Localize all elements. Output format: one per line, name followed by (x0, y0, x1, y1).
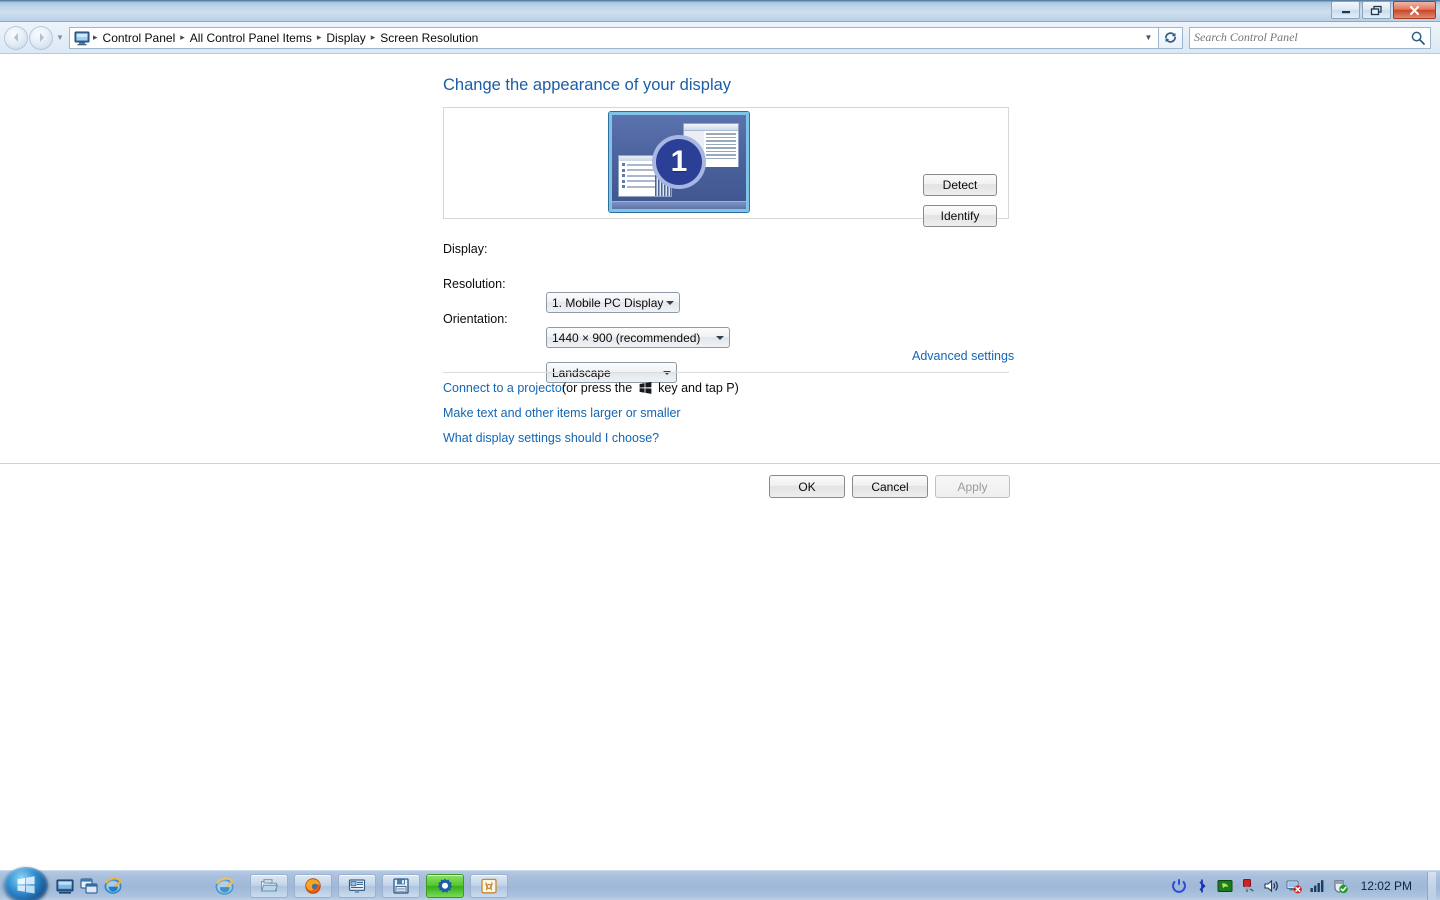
back-button[interactable] (4, 25, 28, 50)
action-center-ok-icon[interactable] (1332, 878, 1348, 894)
calendar-app-icon (481, 878, 497, 894)
taskbar-button-calendar-app[interactable] (470, 874, 508, 898)
search-input[interactable] (1194, 30, 1410, 45)
divider (443, 372, 1009, 373)
monitor-thumbnail-1[interactable]: 1 (609, 112, 749, 212)
signal-bars-icon[interactable] (1309, 878, 1325, 894)
display-preview-panel: 1 Detect Identify (443, 107, 1009, 227)
close-button[interactable] (1393, 1, 1436, 19)
firefox-icon (305, 878, 321, 894)
refresh-icon[interactable] (1159, 26, 1183, 49)
detect-button-label: Detect (942, 178, 978, 192)
internet-explorer-icon[interactable] (104, 877, 122, 895)
window-controls (1331, 1, 1436, 19)
network-error-icon[interactable] (1286, 878, 1302, 894)
forward-button[interactable] (29, 25, 53, 50)
breadcrumb-item-all-control-panel-items[interactable]: All Control Panel Items (186, 30, 316, 46)
taskbar-clock[interactable]: 12:02 PM (1361, 879, 1412, 893)
taskbar: 12:02 PM (0, 867, 1440, 900)
search-box[interactable] (1189, 26, 1431, 49)
show-desktop-icon[interactable] (56, 877, 74, 895)
ok-button[interactable]: OK (769, 475, 845, 498)
detect-button[interactable]: Detect (923, 174, 997, 196)
breadcrumb-item-display[interactable]: Display (322, 30, 369, 46)
control-panel-icon (74, 31, 90, 45)
breadcrumb[interactable]: ▸ Control Panel ▸ All Control Panel Item… (69, 26, 1139, 49)
resolution-select[interactable]: 1440 × 900 (recommended) (546, 327, 730, 348)
switch-windows-icon[interactable] (80, 877, 98, 895)
projector-hint-pre: (or press the (562, 381, 633, 395)
ok-button-label: OK (798, 479, 816, 494)
control-panel-settings-icon (437, 878, 453, 893)
projector-hint-post: key and tap P) (658, 381, 739, 395)
what-display-settings-link[interactable]: What display settings should I choose? (443, 431, 659, 445)
command-bar: OK Cancel Apply (0, 463, 1440, 513)
display-select[interactable]: 1. Mobile PC Display (546, 292, 680, 313)
resolution-select-value: 1440 × 900 (recommended) (552, 330, 701, 345)
monitor-number-badge: 1 (652, 135, 706, 189)
make-text-larger-link[interactable]: Make text and other items larger or smal… (443, 406, 681, 420)
presentation-icon (348, 879, 366, 893)
navigation-buttons: ▼ (0, 25, 66, 50)
apply-button-label: Apply (957, 479, 988, 494)
taskbar-button-save-disk[interactable] (382, 874, 420, 898)
nvidia-display-icon[interactable] (1217, 878, 1233, 894)
internet-explorer-icon[interactable] (215, 877, 234, 896)
address-bar: ▼ ▸ Control Panel ▸ All Control Panel It… (0, 22, 1440, 54)
restore-button[interactable] (1362, 1, 1391, 19)
content-area: Change the appearance of your display 1 … (0, 54, 1440, 463)
power-sync-icon[interactable] (1171, 878, 1187, 894)
identify-button[interactable]: Identify (923, 205, 997, 227)
taskbar-button-control-panel-settings[interactable] (426, 874, 464, 898)
connect-to-projector-link[interactable]: Connect to a projector (443, 381, 566, 395)
resolution-label: Resolution: (443, 277, 506, 291)
volume-icon[interactable] (1263, 878, 1279, 894)
projector-hint-text: (or press the key and tap P) (562, 381, 739, 395)
display-select-value: 1. Mobile PC Display (552, 295, 664, 310)
cancel-button[interactable]: Cancel (852, 475, 928, 498)
chevron-down-icon (666, 300, 674, 305)
taskbar-button-firefox[interactable] (294, 874, 332, 898)
chevron-down-icon[interactable]: ▼ (1139, 26, 1159, 49)
chevron-down-icon (716, 335, 724, 340)
bluetooth-icon[interactable] (1194, 878, 1210, 894)
thumbnail-taskbar (612, 201, 746, 209)
system-tray: 12:02 PM (1171, 871, 1436, 900)
search-icon[interactable] (1410, 30, 1426, 46)
breadcrumb-item-screen-resolution[interactable]: Screen Resolution (376, 30, 482, 46)
orientation-label: Orientation: (443, 312, 508, 326)
save-disk-icon (393, 878, 409, 894)
identify-button-label: Identify (940, 209, 980, 223)
page-title: Change the appearance of your display (443, 76, 732, 94)
minimize-button[interactable] (1331, 1, 1360, 19)
window-titlebar (0, 0, 1440, 22)
recent-pages-dropdown-icon[interactable]: ▼ (54, 26, 66, 50)
cancel-button-label: Cancel (871, 479, 909, 494)
desktop-background (0, 513, 1440, 870)
screen: ▼ ▸ Control Panel ▸ All Control Panel It… (0, 0, 1440, 900)
taskbar-buttons (250, 874, 508, 898)
display-label: Display: (443, 242, 488, 256)
taskbar-button-presentation[interactable] (338, 874, 376, 898)
apply-button: Apply (935, 475, 1010, 498)
windows-logo-icon (17, 876, 35, 894)
quick-launch-bar (56, 877, 122, 895)
advanced-settings-link[interactable]: Advanced settings (912, 349, 1014, 363)
breadcrumb-item-control-panel[interactable]: Control Panel (99, 30, 180, 46)
start-orb[interactable] (4, 867, 48, 900)
show-desktop-strip[interactable] (1427, 872, 1436, 900)
taskbar-button-windows-explorer[interactable] (250, 874, 288, 898)
windows-key-icon (639, 382, 652, 394)
windows-explorer-icon (260, 879, 278, 892)
safely-remove-hardware-icon[interactable] (1240, 878, 1256, 894)
